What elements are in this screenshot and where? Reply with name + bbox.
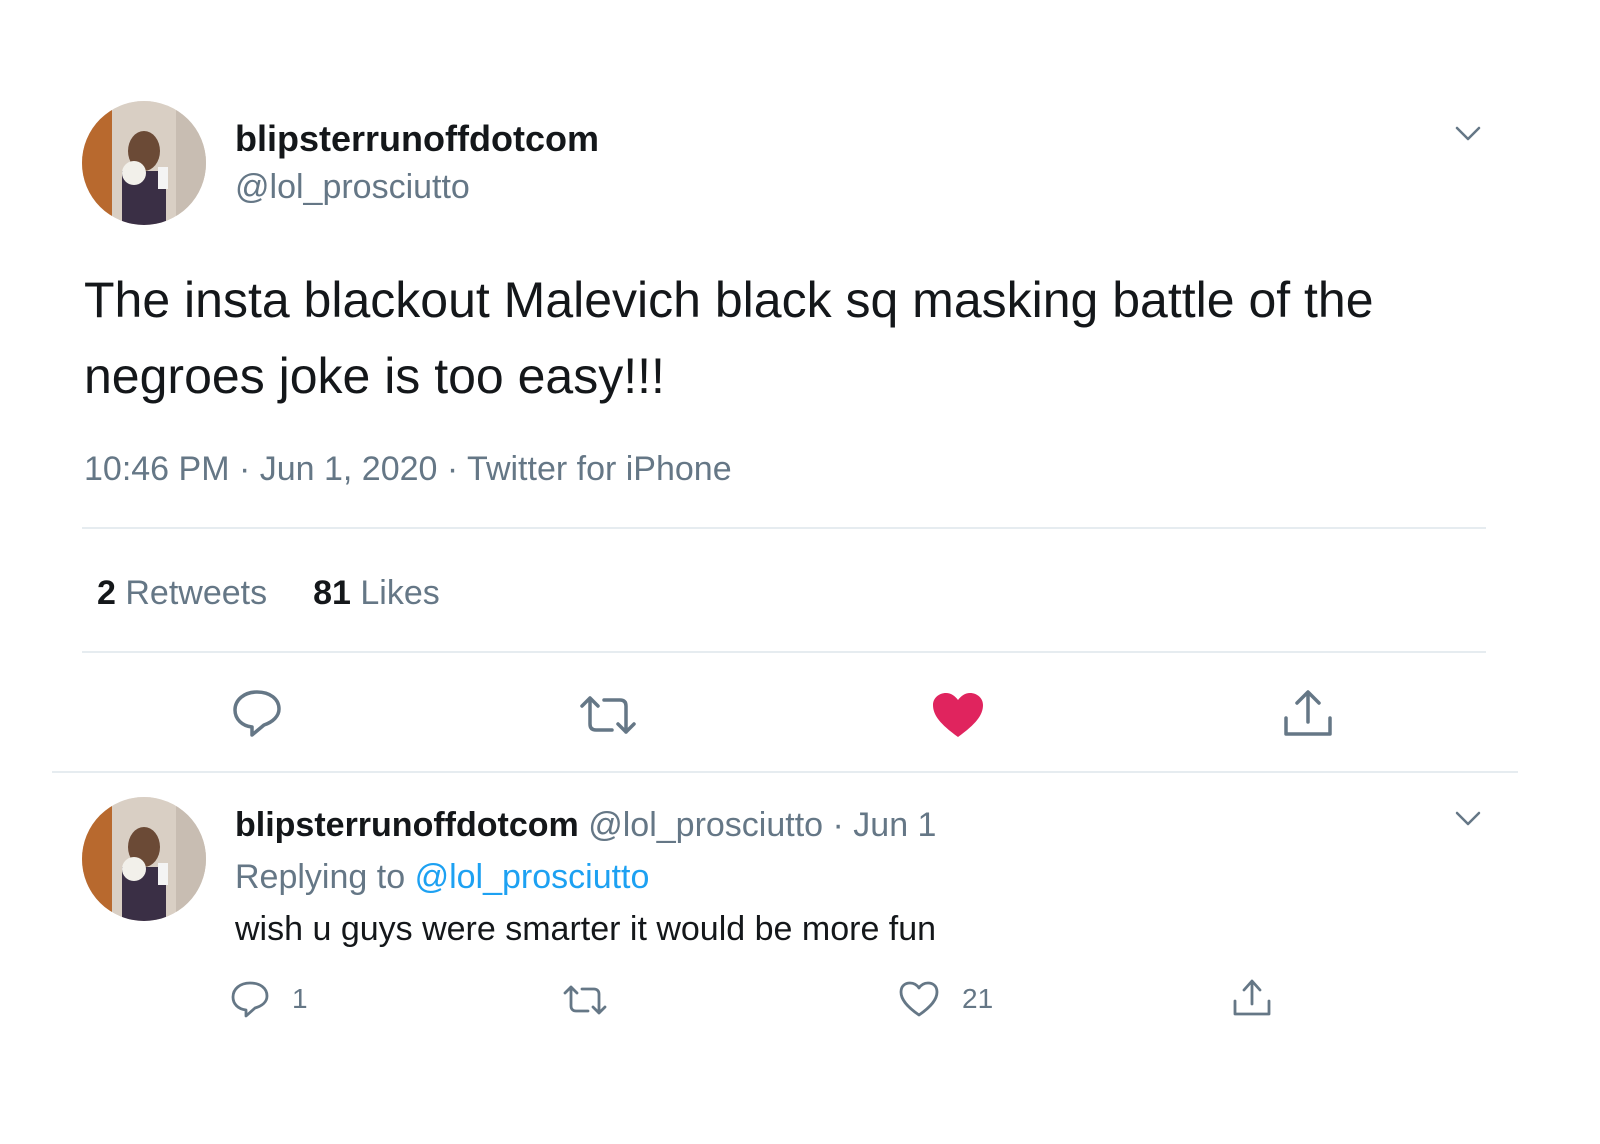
chevron-down-icon[interactable] <box>1450 115 1486 151</box>
likes-label: Likes <box>360 574 440 612</box>
divider <box>52 771 1518 773</box>
display-name[interactable]: blipsterrunoffdotcom <box>235 806 579 844</box>
like-count: 21 <box>962 983 994 1014</box>
heart-icon <box>899 981 939 1017</box>
reply-count: 1 <box>292 983 308 1014</box>
retweets-stat[interactable]: 2 Retweets <box>97 574 267 612</box>
tweet-text: The insta blackout Malevich black sq mas… <box>84 272 1374 404</box>
reply-icon <box>231 981 269 1018</box>
retweet-icon <box>580 696 636 734</box>
reply-icon <box>233 690 281 737</box>
heart-icon <box>933 693 983 737</box>
retweet-button[interactable] <box>578 694 638 736</box>
engagement-stats: 2 Retweets 81 Likes <box>97 574 440 613</box>
retweets-label: Retweets <box>125 574 268 612</box>
like-button[interactable]: 21 <box>898 980 993 1018</box>
handle-date[interactable]: @lol_prosciutto · Jun 1 <box>588 806 936 844</box>
likes-count: 81 <box>313 574 351 612</box>
reply-header: blipsterrunoffdotcom @lol_prosciutto · J… <box>235 806 936 845</box>
reply-button[interactable]: 1 <box>230 980 308 1018</box>
display-name[interactable]: blipsterrunoffdotcom <box>235 118 599 160</box>
retweet-button[interactable] <box>562 984 608 1016</box>
reply-text: wish u guys were smarter it would be mor… <box>235 910 937 948</box>
avatar[interactable] <box>82 101 206 225</box>
tweet-meta: 10:46 PM · Jun 1, 2020 · Twitter for iPh… <box>84 450 732 488</box>
chevron-down-icon[interactable] <box>1450 800 1486 836</box>
reply-button[interactable] <box>230 688 284 738</box>
divider <box>82 651 1486 653</box>
handle[interactable]: @lol_prosciutto <box>235 168 470 207</box>
like-button[interactable] <box>930 690 986 740</box>
replying-to: Replying to @lol_prosciutto <box>235 858 649 897</box>
share-icon <box>1233 979 1271 1016</box>
likes-stat[interactable]: 81 Likes <box>313 574 440 612</box>
replying-prefix: Replying to <box>235 858 406 896</box>
share-icon <box>1284 690 1332 736</box>
share-button[interactable] <box>1282 688 1334 740</box>
share-button[interactable] <box>1232 978 1272 1018</box>
divider <box>82 527 1486 529</box>
replying-to-link[interactable]: @lol_prosciutto <box>415 858 650 896</box>
retweet-icon <box>563 985 607 1015</box>
avatar[interactable] <box>82 797 206 921</box>
retweets-count: 2 <box>97 574 116 612</box>
